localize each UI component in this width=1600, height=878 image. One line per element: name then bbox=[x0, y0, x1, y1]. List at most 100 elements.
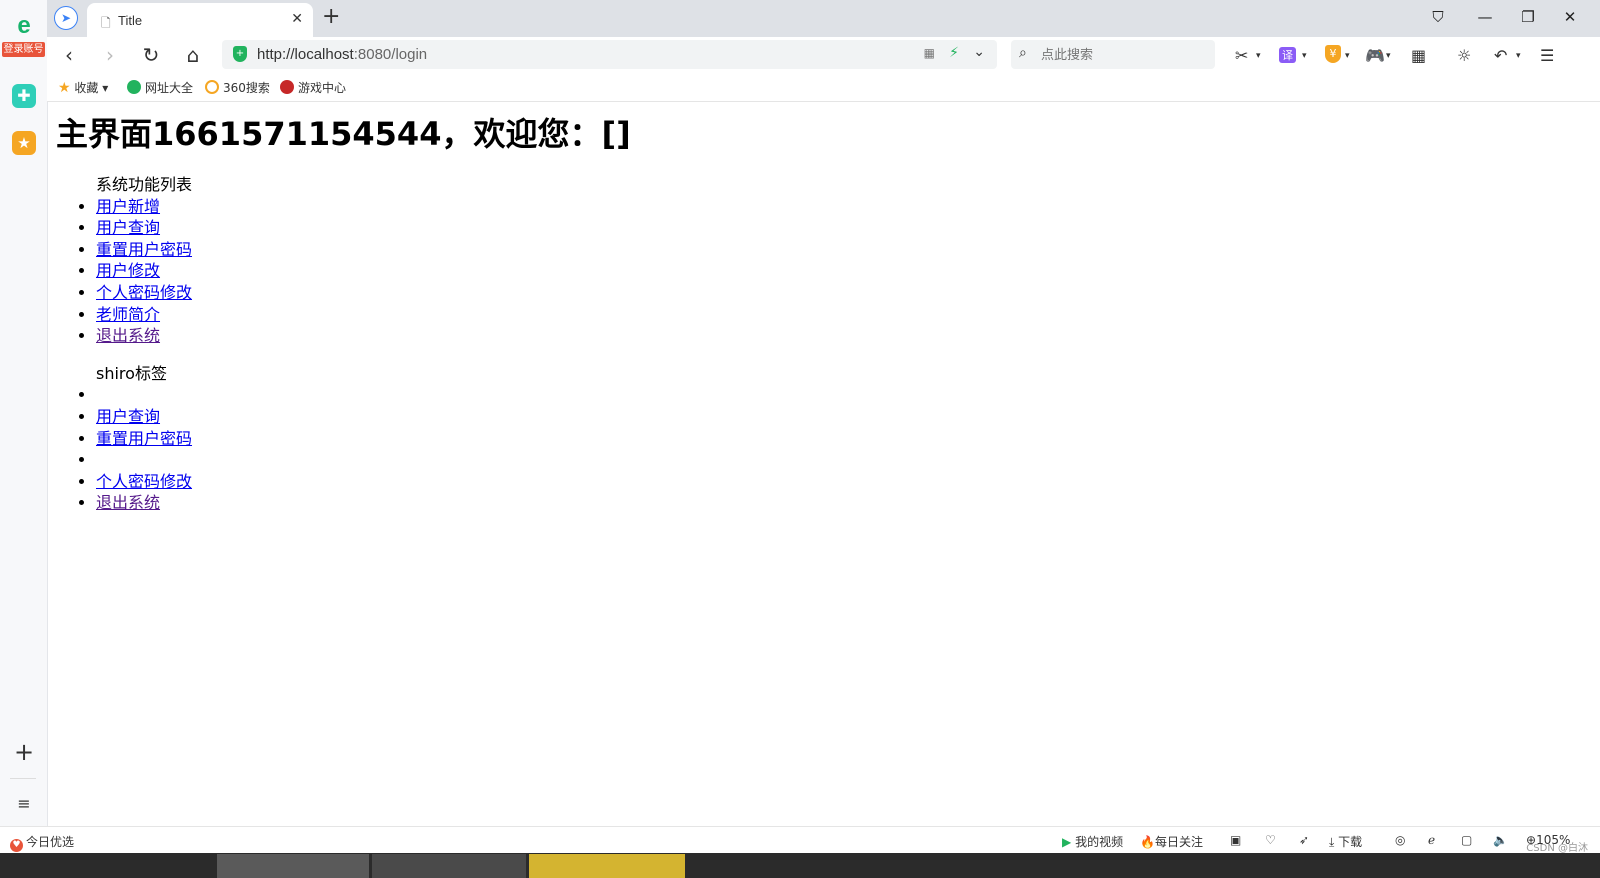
incognito-icon[interactable]: ◎ bbox=[1395, 833, 1405, 847]
list-item: 退出系统 bbox=[96, 492, 1556, 514]
list-item: 用户查询 bbox=[96, 406, 1556, 428]
watermark: CSDN @白沐 bbox=[1526, 843, 1588, 854]
browser-logo-icon[interactable]: e bbox=[8, 14, 40, 38]
list-item: 重置用户密码 bbox=[96, 239, 1556, 261]
heart-icon: ♥ bbox=[10, 839, 23, 852]
qr-code-icon[interactable]: ▦ bbox=[924, 46, 935, 60]
new-tab-button[interactable]: + bbox=[322, 5, 340, 29]
list-item: 用户查询 bbox=[96, 217, 1556, 239]
sidebar-add-icon[interactable]: + bbox=[12, 740, 36, 764]
health-icon[interactable]: ♡ bbox=[1265, 833, 1276, 847]
link-add-user[interactable]: 用户新增 bbox=[96, 197, 160, 216]
site-icon bbox=[205, 80, 219, 94]
site-icon bbox=[280, 80, 294, 94]
bookmarks-bar: ★ 收藏 ▾ 网址大全 360搜索 游戏中心 bbox=[47, 73, 1600, 102]
document-icon: 🗋 bbox=[101, 16, 111, 30]
list-caption: 系统功能列表 bbox=[96, 175, 193, 194]
link-teacher-intro[interactable]: 老师简介 bbox=[96, 305, 160, 324]
list-item: 老师简介 bbox=[96, 304, 1556, 326]
link-change-my-password[interactable]: 个人密码修改 bbox=[96, 472, 192, 491]
skin-shirt-icon[interactable]: ⛉ bbox=[1428, 8, 1448, 26]
sidebar-list-icon[interactable]: ≡ bbox=[12, 792, 36, 816]
site-icon bbox=[127, 80, 141, 94]
speed-mode-icon[interactable]: ⚡ bbox=[949, 45, 959, 61]
back-button[interactable]: ‹ bbox=[56, 42, 82, 68]
list-item: 用户修改 bbox=[96, 260, 1556, 282]
secure-shield-icon: + bbox=[233, 46, 247, 62]
taskbar-item[interactable] bbox=[217, 854, 369, 878]
login-account-badge[interactable]: 登录账号 bbox=[2, 42, 45, 57]
sidebar-divider bbox=[10, 778, 36, 779]
link-reset-password[interactable]: 重置用户密码 bbox=[96, 429, 192, 448]
close-window-button[interactable]: ✕ bbox=[1560, 8, 1580, 26]
link-logout[interactable]: 退出系统 bbox=[96, 493, 160, 512]
navigation-toolbar: ‹ › ↻ ⌂ + http://localhost:8080/login ▦ … bbox=[47, 37, 1600, 73]
chevron-down-icon[interactable]: ▾ bbox=[1516, 51, 1521, 61]
bookmark-item[interactable]: 网址大全 bbox=[127, 79, 193, 96]
ie-mode-icon[interactable]: ℯ bbox=[1428, 833, 1435, 847]
list-item: 重置用户密码 bbox=[96, 428, 1556, 450]
taskbar-item[interactable] bbox=[529, 854, 685, 878]
search-input[interactable] bbox=[1039, 45, 1203, 65]
chevron-down-icon[interactable]: ▾ bbox=[1386, 51, 1391, 61]
bookmark-item[interactable]: 360搜索 bbox=[205, 79, 270, 96]
tab-label: Title bbox=[118, 13, 143, 28]
list-item: 用户新增 bbox=[96, 196, 1556, 218]
rocket-icon[interactable]: ➶ bbox=[1299, 833, 1309, 847]
shiro-tag-list: shiro标签 用户查询 重置用户密码 个人密码修改 退出系统 bbox=[56, 363, 1556, 514]
link-reset-password[interactable]: 重置用户密码 bbox=[96, 240, 192, 259]
restore-button[interactable]: ❐ bbox=[1518, 8, 1538, 26]
video-play-icon: ▶ bbox=[1062, 835, 1072, 849]
minimize-button[interactable]: — bbox=[1475, 8, 1495, 26]
link-query-user[interactable]: 用户查询 bbox=[96, 218, 160, 237]
chevron-down-icon[interactable]: ▾ bbox=[1302, 51, 1307, 61]
bookmark-item[interactable]: 游戏中心 bbox=[280, 79, 346, 96]
tab-title[interactable]: 🗋 Title ✕ bbox=[87, 3, 313, 37]
sidebar-app-icon[interactable]: ✚ bbox=[12, 84, 36, 108]
menu-icon[interactable]: ☰ bbox=[1540, 46, 1554, 65]
download-button[interactable]: ⤓ 下载 bbox=[1329, 833, 1362, 850]
wallet-shield-icon[interactable]: ¥ bbox=[1325, 45, 1341, 63]
sidebar-favorites-star-icon[interactable]: ★ bbox=[12, 131, 36, 155]
link-change-my-password[interactable]: 个人密码修改 bbox=[96, 283, 192, 302]
left-sidebar: e 登录账号 ✚ ★ + ≡ bbox=[0, 0, 48, 848]
search-box[interactable]: ⌕ bbox=[1011, 40, 1215, 69]
brightness-icon[interactable]: ☼ bbox=[1457, 46, 1471, 65]
function-list: 系统功能列表 用户新增 用户查询 重置用户密码 用户修改 个人密码修改 老师简介… bbox=[56, 174, 1556, 347]
link-logout[interactable]: 退出系统 bbox=[96, 326, 160, 345]
list-item: 退出系统 bbox=[96, 325, 1556, 347]
daily-follow-button[interactable]: 🔥每日关注 bbox=[1140, 833, 1203, 850]
tab-close-icon[interactable]: ✕ bbox=[291, 11, 303, 27]
star-icon: ★ bbox=[58, 80, 71, 96]
my-video-button[interactable]: ▶ 我的视频 bbox=[1062, 833, 1123, 850]
tab-strip: ➤ 🗋 Title ✕ + ⛉ — ❐ ✕ bbox=[47, 0, 1600, 37]
forward-button[interactable]: › bbox=[97, 42, 123, 68]
chevron-down-icon[interactable]: ▾ bbox=[1256, 51, 1261, 61]
bookmark-favorites[interactable]: ★ 收藏 ▾ bbox=[58, 79, 108, 96]
link-edit-user[interactable]: 用户修改 bbox=[96, 261, 160, 280]
download-icon: ⤓ bbox=[1329, 835, 1335, 849]
url-text[interactable]: http://localhost:8080/login bbox=[257, 46, 427, 63]
translate-icon[interactable]: 译 bbox=[1279, 47, 1296, 63]
scissors-icon[interactable]: ✂ bbox=[1235, 46, 1248, 65]
taskbar-item[interactable] bbox=[372, 854, 526, 878]
reload-button[interactable]: ↻ bbox=[138, 42, 164, 68]
volume-icon[interactable]: 🔈 bbox=[1493, 833, 1508, 847]
chevron-down-icon[interactable]: ⌄ bbox=[973, 44, 985, 60]
page-content: 主界面1661571154544，欢迎您：[] 系统功能列表 用户新增 用户查询… bbox=[56, 104, 1556, 514]
list-item-empty bbox=[96, 449, 1556, 471]
window-icon[interactable]: ▢ bbox=[1461, 833, 1472, 847]
undo-icon[interactable]: ↶ bbox=[1494, 46, 1507, 65]
chevron-down-icon[interactable]: ▾ bbox=[1345, 51, 1350, 61]
grid-apps-icon[interactable]: ▦ bbox=[1411, 46, 1426, 65]
today-picks[interactable]: ♥ 今日优选 bbox=[10, 833, 74, 852]
list-item: 个人密码修改 bbox=[96, 282, 1556, 304]
list-item-empty bbox=[96, 384, 1556, 406]
address-bar[interactable]: + http://localhost:8080/login ▦ ⚡ ⌄ bbox=[222, 40, 997, 69]
navigation-compass-icon[interactable]: ➤ bbox=[54, 6, 78, 30]
os-taskbar bbox=[0, 853, 1600, 878]
link-query-user[interactable]: 用户查询 bbox=[96, 407, 160, 426]
gamepad-icon[interactable]: 🎮 bbox=[1365, 46, 1385, 65]
home-button[interactable]: ⌂ bbox=[180, 42, 206, 68]
image-icon[interactable]: ▣ bbox=[1230, 833, 1241, 847]
